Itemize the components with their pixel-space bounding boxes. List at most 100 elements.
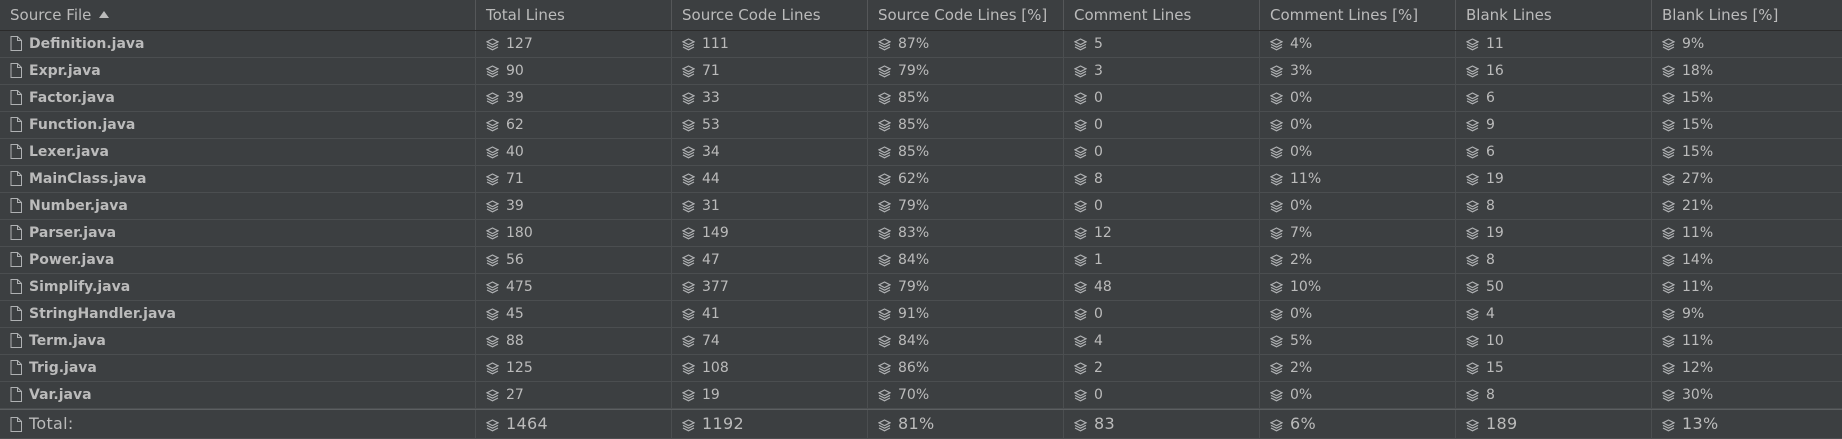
header-source-code-lines-pct[interactable]: Source Code Lines [%]	[868, 0, 1064, 30]
layers-icon	[485, 169, 500, 192]
header-total-lines[interactable]: Total Lines	[476, 0, 672, 30]
cell-value: 15	[1486, 360, 1504, 376]
table-row[interactable]: Factor.java 39 33 85% 0 0% 6 15%	[0, 85, 1842, 112]
cell-source-file: Term.java	[0, 328, 476, 354]
cell-source-code-lines: 1192	[672, 410, 868, 438]
cell-value: 45	[506, 306, 524, 322]
layers-icon	[681, 223, 696, 246]
cell-value: 74	[702, 333, 720, 349]
layers-icon	[485, 358, 500, 381]
cell-value: 111	[702, 36, 729, 52]
table-row[interactable]: Term.java 88 74 84% 4 5% 10 11%	[0, 328, 1842, 355]
table-row[interactable]: Var.java 27 19 70% 0 0% 8 30%	[0, 382, 1842, 409]
cell-blank-lines-pct: 15%	[1652, 85, 1842, 111]
file-name: Lexer.java	[29, 144, 109, 160]
header-blank-lines[interactable]: Blank Lines	[1456, 0, 1652, 30]
layers-icon	[1661, 385, 1676, 408]
cell-comment-lines: 4	[1064, 328, 1260, 354]
cell-source-code-lines: 149	[672, 220, 868, 246]
table-row[interactable]: Number.java 39 31 79% 0 0% 8 21%	[0, 193, 1842, 220]
cell-value: 475	[506, 279, 533, 295]
table-row[interactable]: StringHandler.java 45 41 91% 0 0% 4 9%	[0, 301, 1842, 328]
layers-icon	[877, 358, 892, 381]
cell-blank-lines: 10	[1456, 328, 1652, 354]
layers-icon	[1073, 142, 1088, 165]
table-row[interactable]: Parser.java 180 149 83% 12 7% 19 11%	[0, 220, 1842, 247]
cell-value: 9%	[1682, 306, 1705, 322]
cell-source-code-lines-pct: 81%	[868, 410, 1064, 438]
table-row[interactable]: Function.java 62 53 85% 0 0% 9 15%	[0, 112, 1842, 139]
layers-icon	[1073, 223, 1088, 246]
cell-comment-lines-pct: 3%	[1260, 58, 1456, 84]
layers-icon	[1465, 413, 1480, 438]
cell-blank-lines: 19	[1456, 220, 1652, 246]
cell-comment-lines: 48	[1064, 274, 1260, 300]
layers-icon	[1465, 223, 1480, 246]
layers-icon	[877, 331, 892, 354]
table-row[interactable]: Lexer.java 40 34 85% 0 0% 6 15%	[0, 139, 1842, 166]
layers-icon	[1073, 385, 1088, 408]
cell-value: 2	[1094, 360, 1103, 376]
layers-icon	[681, 413, 696, 438]
cell-value: 33	[702, 90, 720, 106]
cell-source-file: Total:	[0, 410, 476, 438]
cell-value: 85%	[898, 90, 930, 106]
cell-value: 6	[1486, 144, 1495, 160]
header-source-file[interactable]: Source File	[0, 0, 476, 30]
cell-value: 1464	[506, 414, 548, 433]
table-row[interactable]: Expr.java 90 71 79% 3 3% 16 18%	[0, 58, 1842, 85]
cell-comment-lines-pct: 2%	[1260, 247, 1456, 273]
cell-value: 48	[1094, 279, 1112, 295]
cell-value: 0	[1094, 117, 1103, 133]
header-source-code-lines[interactable]: Source Code Lines	[672, 0, 868, 30]
layers-icon	[1465, 61, 1480, 84]
cell-source-code-lines: 31	[672, 193, 868, 219]
layers-icon	[1661, 358, 1676, 381]
cell-value: 12%	[1682, 360, 1714, 376]
cell-value: 0%	[1290, 90, 1313, 106]
header-comment-lines[interactable]: Comment Lines	[1064, 0, 1260, 30]
cell-comment-lines-pct: 6%	[1260, 410, 1456, 438]
cell-source-code-lines-pct: 85%	[868, 139, 1064, 165]
layers-icon	[877, 88, 892, 111]
cell-comment-lines-pct: 0%	[1260, 112, 1456, 138]
cell-source-code-lines: 34	[672, 139, 868, 165]
total-row[interactable]: Total: 1464 1192 81% 83 6% 189 13%	[0, 409, 1842, 439]
table-row[interactable]: Power.java 56 47 84% 1 2% 8 14%	[0, 247, 1842, 274]
cell-value: 3%	[1290, 63, 1313, 79]
cell-total-lines: 1464	[476, 410, 672, 438]
table-row[interactable]: Definition.java 127 111 87% 5 4% 11 9%	[0, 31, 1842, 58]
cell-blank-lines-pct: 11%	[1652, 274, 1842, 300]
cell-value: 127	[506, 36, 533, 52]
file-name: Expr.java	[29, 63, 101, 79]
cell-total-lines: 475	[476, 274, 672, 300]
table-row[interactable]: Simplify.java 475 377 79% 48 10% 50 11%	[0, 274, 1842, 301]
cell-comment-lines: 8	[1064, 166, 1260, 192]
layers-icon	[1465, 196, 1480, 219]
table-row[interactable]: Trig.java 125 108 86% 2 2% 15 12%	[0, 355, 1842, 382]
layers-icon	[1661, 88, 1676, 111]
cell-source-code-lines-pct: 87%	[868, 31, 1064, 57]
cell-value: 5	[1094, 36, 1103, 52]
cell-total-lines: 39	[476, 193, 672, 219]
table-row[interactable]: MainClass.java 71 44 62% 8 11% 19 27%	[0, 166, 1842, 193]
layers-icon	[485, 385, 500, 408]
file-name: Factor.java	[29, 90, 115, 106]
cell-source-code-lines: 71	[672, 58, 868, 84]
layers-icon	[681, 34, 696, 57]
file-icon	[10, 250, 22, 273]
cell-blank-lines: 8	[1456, 382, 1652, 408]
header-label: Source File	[10, 6, 92, 24]
layers-icon	[1465, 250, 1480, 273]
layers-icon	[485, 88, 500, 111]
header-comment-lines-pct[interactable]: Comment Lines [%]	[1260, 0, 1456, 30]
cell-value: 0%	[1290, 306, 1313, 322]
header-label: Comment Lines	[1074, 6, 1192, 24]
cell-value: 0%	[1290, 144, 1313, 160]
layers-icon	[1269, 223, 1284, 246]
header-label: Source Code Lines	[682, 6, 821, 24]
cell-source-code-lines: 53	[672, 112, 868, 138]
cell-value: 6	[1486, 90, 1495, 106]
cell-comment-lines: 1	[1064, 247, 1260, 273]
header-blank-lines-pct[interactable]: Blank Lines [%]	[1652, 0, 1842, 30]
